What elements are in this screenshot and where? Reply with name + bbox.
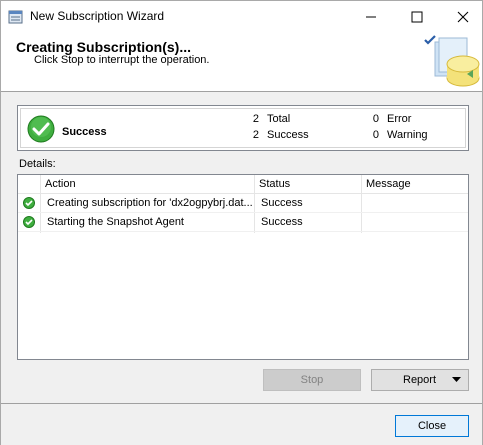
close-button[interactable]: Close — [395, 415, 469, 437]
window-title: New Subscription Wizard — [30, 9, 165, 23]
page-subtitle: Click Stop to interrupt the operation. — [34, 54, 210, 66]
stop-button[interactable]: Stop — [263, 369, 361, 391]
maximize-icon — [411, 11, 423, 22]
success-label: Success — [267, 129, 309, 141]
report-button[interactable]: Report — [371, 369, 469, 391]
wizard-window: New Subscription Wizard Creating Subscri… — [0, 0, 483, 445]
close-icon — [457, 11, 469, 22]
success-count: 2 — [252, 129, 259, 141]
dropdown-arrow-icon — [452, 377, 461, 382]
minimize-icon — [366, 16, 376, 17]
error-count: 0 — [372, 113, 379, 125]
cell-message — [363, 194, 468, 213]
warning-count: 0 — [372, 129, 379, 141]
success-icon — [23, 216, 35, 228]
title-bar: New Subscription Wizard — [1, 1, 482, 32]
error-label: Error — [387, 113, 412, 125]
grid-header: Action Status Message — [18, 175, 468, 194]
wizard-header: Creating Subscription(s)... Click Stop t… — [1, 32, 482, 92]
page-title: Creating Subscription(s)... — [16, 39, 192, 55]
cell-action: Starting the Snapshot Agent — [47, 216, 184, 228]
column-header-status[interactable]: Status — [254, 175, 361, 194]
cell-status: Success — [261, 216, 303, 228]
total-label: Total — [267, 113, 291, 125]
table-row[interactable]: Starting the Snapshot Agent Success — [18, 213, 468, 232]
cell-status: Success — [261, 197, 303, 209]
minimize-button[interactable] — [348, 1, 394, 32]
column-header-message[interactable]: Message — [361, 175, 468, 194]
summary-status: Success — [62, 126, 107, 138]
details-grid[interactable]: Action Status Message Creating subscript… — [17, 174, 469, 360]
app-icon — [8, 10, 23, 24]
success-icon — [23, 197, 35, 209]
summary-panel: Success 2 Total 2 Success 0 Error 0 Warn… — [17, 105, 469, 151]
wizard-banner-icon — [424, 35, 480, 87]
warning-label: Warning — [387, 129, 428, 141]
maximize-button[interactable] — [394, 1, 440, 32]
close-window-button[interactable] — [440, 1, 483, 32]
success-large-icon — [27, 115, 55, 143]
details-label: Details: — [19, 158, 56, 170]
total-count: 2 — [252, 113, 259, 125]
cell-message — [363, 213, 468, 232]
table-row[interactable]: Creating subscription for 'dx2ogpybrj.da… — [18, 194, 468, 213]
column-header-action[interactable]: Action — [40, 175, 254, 194]
cell-action: Creating subscription for 'dx2ogpybrj.da… — [47, 197, 253, 209]
summary-inner: Success 2 Total 2 Success 0 Error 0 Warn… — [20, 108, 466, 148]
report-button-label: Report — [403, 374, 437, 386]
